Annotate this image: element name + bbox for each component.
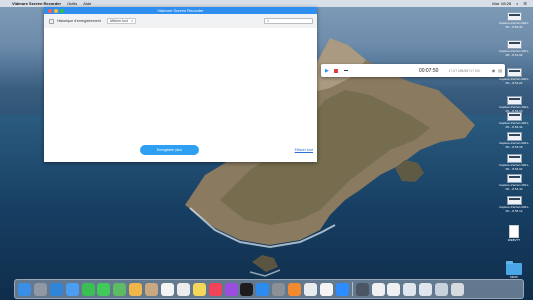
dock xyxy=(14,279,524,299)
desktop-folder[interactable]: MIMC xyxy=(495,261,533,280)
minimize-icon[interactable] xyxy=(343,70,348,71)
notes-icon[interactable] xyxy=(192,282,206,296)
stop-icon[interactable] xyxy=(333,68,338,73)
desktop-file-label: Capture d'écran 2021-05-...8.54.40 xyxy=(499,183,529,191)
screenshot-app-icon[interactable] xyxy=(355,282,369,296)
desktop-file-label: Capture d'écran 2021-05-...8.50.34 xyxy=(499,21,529,29)
desktop-file-label: WEBVTT xyxy=(507,238,521,242)
desktop-file-label: Capture d'écran 2021-05-...8.54.02 xyxy=(499,163,529,171)
document-icon-2[interactable] xyxy=(387,282,401,296)
search-icon: ⌕ xyxy=(267,18,270,23)
desktop-screenshot-file[interactable]: Capture d'écran 2021-05-...8.52.44 xyxy=(495,112,533,129)
recording-file-size: 17.67 MB/85717 KB xyxy=(448,68,480,73)
trash-icon[interactable] xyxy=(451,282,465,296)
desktop-screenshot-file[interactable]: Capture d'écran 2021-05-...8.53.18 xyxy=(495,132,533,149)
play-icon[interactable]: ▶ xyxy=(325,68,329,74)
search-input[interactable]: ⌕ xyxy=(264,17,313,24)
document-icon xyxy=(509,225,519,238)
reminders-icon[interactable] xyxy=(176,282,190,296)
recording-control-bar: ▶ 00:07:50 17.67 MB/85717 KB ◉ ▤ xyxy=(321,64,505,77)
menu-aide[interactable]: Aide xyxy=(83,1,91,6)
finder-icon[interactable] xyxy=(18,282,31,296)
screenshot-thumbnail-icon xyxy=(506,12,522,21)
window-controls xyxy=(48,8,64,13)
document-icon-1[interactable] xyxy=(371,282,385,296)
filter-selected-value: Afficher tout xyxy=(109,19,128,23)
zoom-window-button[interactable] xyxy=(60,8,64,13)
control-center-icon[interactable]: ☰ xyxy=(523,1,527,6)
menu-outils[interactable]: Outils xyxy=(67,1,77,6)
window-title: Vidmore Screen Recorder xyxy=(157,8,204,13)
contacts-icon[interactable] xyxy=(145,282,159,296)
dock-separator xyxy=(351,282,353,296)
desktop-document-file[interactable]: WEBVTT xyxy=(495,225,533,243)
record-more-button[interactable]: Enregistrer plus xyxy=(140,145,199,155)
recorder-history-window: Vidmore Screen Recorder Historique d'enr… xyxy=(44,7,317,162)
document-icon-5[interactable] xyxy=(435,282,449,296)
window-titlebar[interactable]: Vidmore Screen Recorder xyxy=(44,7,317,14)
safari-icon[interactable] xyxy=(49,282,63,296)
spotlight-icon[interactable]: ⌕ xyxy=(516,1,518,6)
system-preferences-icon[interactable] xyxy=(272,282,286,296)
menu-bar: Vidmore Screen Recorder Outils Aide Mar.… xyxy=(0,0,533,7)
recording-history-list xyxy=(44,28,317,143)
menu-app-name[interactable]: Vidmore Screen Recorder xyxy=(12,1,61,6)
desktop-screenshot-file[interactable]: Capture d'écran 2021-05-...8.55.12 xyxy=(495,196,533,213)
desktop-screenshot-file[interactable]: Capture d'écran 2021-05-...8.54.02 xyxy=(495,154,533,171)
maps-icon[interactable] xyxy=(113,282,127,296)
minimize-window-button[interactable] xyxy=(54,8,58,13)
history-folder-icon[interactable] xyxy=(49,18,54,24)
appstore-icon[interactable] xyxy=(256,282,270,296)
desktop-file-label: Capture d'écran 2021-05-...8.51.24 xyxy=(499,77,529,85)
menu-bar-clock[interactable]: Mar. 08:28 xyxy=(492,1,511,6)
screenshot-thumbnail-icon xyxy=(506,154,522,163)
desktop-file-label: Capture d'écran 2021-05-...8.51.02 xyxy=(499,49,529,57)
zoom-icon[interactable] xyxy=(335,282,349,296)
desktop-file-label: Capture d'écran 2021-05-...8.52.44 xyxy=(499,121,529,129)
desktop-file-label: Capture d'écran 2021-05-...8.55.12 xyxy=(499,205,529,213)
desktop-file-label: Capture d'écran 2021-05-...8.53.18 xyxy=(499,141,529,149)
screenshot-thumbnail-icon xyxy=(506,132,522,141)
clear-all-link[interactable]: Effacer tout xyxy=(295,148,313,152)
window-footer: Enregistrer plus Effacer tout xyxy=(44,143,317,162)
filter-dropdown[interactable]: Afficher tout ▾ xyxy=(106,18,136,24)
desktop-screenshot-file[interactable]: Capture d'écran 2021-05-...8.54.40 xyxy=(495,174,533,191)
close-window-button[interactable] xyxy=(48,8,52,13)
books-icon[interactable] xyxy=(288,282,302,296)
launchpad-icon[interactable] xyxy=(33,282,47,296)
recording-timer: 00:07:50 xyxy=(418,67,439,74)
screenshot-thumbnail-icon xyxy=(506,40,522,49)
photos-icon[interactable] xyxy=(129,282,143,296)
menu-bar-status: Mar. 08:28 ⌕ ☰ xyxy=(492,1,527,6)
document-icon-4[interactable] xyxy=(419,282,433,296)
desktop-screenshot-file[interactable]: Capture d'écran 2021-05-...8.51.02 xyxy=(495,40,533,57)
chevron-down-icon: ▾ xyxy=(131,19,133,23)
history-toolbar: Historique d'enregistrement Afficher tou… xyxy=(44,14,317,29)
appletv-icon[interactable] xyxy=(240,282,254,296)
mail-icon[interactable] xyxy=(65,282,79,296)
history-label: Historique d'enregistrement xyxy=(57,19,101,23)
screenshot-thumbnail-icon xyxy=(506,96,522,105)
facetime-icon[interactable] xyxy=(81,282,95,296)
screenshot-thumbnail-icon xyxy=(506,196,522,205)
textedit-icon[interactable] xyxy=(319,282,333,296)
document-icon-3[interactable] xyxy=(403,282,417,296)
screenshot-thumbnail-icon xyxy=(506,112,522,121)
folder-icon xyxy=(506,261,522,275)
messages-icon[interactable] xyxy=(97,282,111,296)
calendar-icon[interactable] xyxy=(161,282,175,296)
music-icon[interactable] xyxy=(208,282,222,296)
desktop-screenshot-file[interactable]: Capture d'écran 2021-05-...8.52.10 xyxy=(495,96,533,113)
preview-icon[interactable] xyxy=(304,282,318,296)
desktop-screenshot-file[interactable]: Capture d'écran 2021-05-...8.51.24 xyxy=(495,68,533,85)
screenshot-thumbnail-icon xyxy=(506,68,522,77)
podcasts-icon[interactable] xyxy=(224,282,238,296)
desktop-screenshot-file[interactable]: Capture d'écran 2021-05-...8.50.34 xyxy=(495,12,533,29)
screenshot-thumbnail-icon xyxy=(506,174,522,183)
